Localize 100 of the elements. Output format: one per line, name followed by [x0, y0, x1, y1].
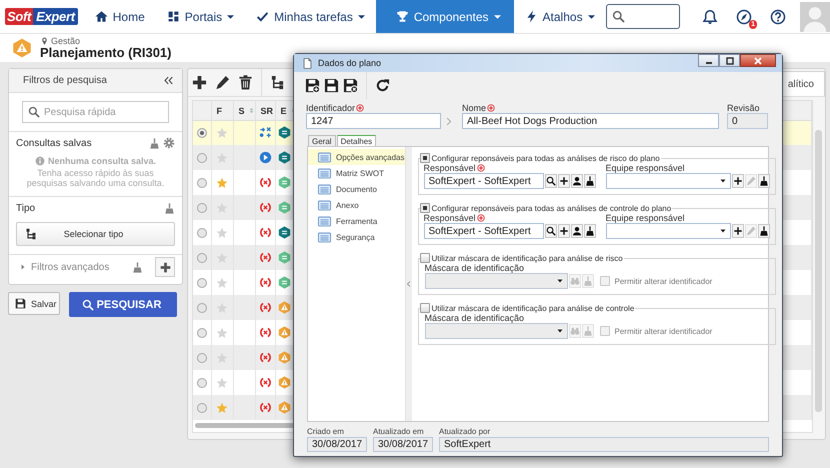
help-icon[interactable]	[770, 8, 786, 24]
nav-item[interactable]: Minhas tarefas	[245, 0, 376, 33]
radio-button[interactable]	[196, 328, 207, 338]
input-field[interactable]: 30/08/2017	[373, 437, 433, 452]
nav-list-item[interactable]: Segurança	[308, 229, 404, 245]
input-field[interactable]: 0	[727, 113, 768, 129]
checkbox-label[interactable]: Configurar reponsáveis para todas as análises de controle do plano	[432, 204, 672, 212]
clear-button[interactable]	[758, 224, 770, 238]
nav-item[interactable]: Componentes	[376, 0, 514, 33]
star-icon[interactable]	[216, 326, 228, 338]
add-button[interactable]	[558, 174, 570, 188]
column-header[interactable]: SR	[255, 101, 275, 120]
nav-item[interactable]: Atalhos	[514, 0, 606, 33]
input-field[interactable]: All-Beef Hot Dogs Production	[462, 113, 719, 129]
clear-button[interactable]	[584, 224, 596, 238]
clear-button[interactable]	[758, 174, 770, 188]
compass-icon[interactable]	[736, 8, 752, 24]
settings-icon[interactable]	[163, 137, 175, 149]
trophy-icon	[396, 10, 409, 23]
nav-list-item[interactable]: Documento	[308, 181, 404, 197]
nav-list-item[interactable]: Opções avançadas	[308, 149, 404, 165]
checkbox[interactable]	[420, 253, 430, 263]
radio-button[interactable]	[196, 152, 207, 162]
add-button[interactable]	[558, 224, 570, 238]
select-type-button[interactable]: Selecionar tipo	[16, 222, 175, 246]
maximize-button[interactable]	[719, 54, 740, 67]
checkbox[interactable]	[420, 153, 430, 163]
save-icon[interactable]	[324, 78, 339, 93]
notification-icon[interactable]	[702, 8, 718, 24]
tree-icon	[25, 228, 37, 240]
checkbox-label[interactable]: Utilizar máscara de identificação para análise de controle	[432, 304, 634, 312]
hexagon-icon	[278, 151, 291, 164]
save-close-icon[interactable]	[343, 78, 358, 93]
add-button[interactable]	[155, 257, 175, 277]
nav-item[interactable]: Home	[84, 0, 156, 33]
radio-button[interactable]	[196, 302, 207, 312]
input-field[interactable]: SoftExpert - SoftExpert	[424, 223, 544, 239]
input-field[interactable]: 30/08/2017	[307, 437, 367, 452]
star-icon[interactable]	[216, 376, 228, 388]
input-field[interactable]: SoftExpert	[439, 437, 769, 452]
add-button[interactable]	[732, 174, 744, 188]
radio-button[interactable]	[196, 252, 207, 262]
radio-button[interactable]	[196, 278, 207, 288]
expand-icon[interactable]	[19, 263, 27, 271]
checkbox-label[interactable]: Utilizar máscara de identificação para análise de risco	[432, 254, 623, 262]
search-field[interactable]	[606, 4, 680, 29]
minimize-button[interactable]	[698, 54, 719, 67]
column-header[interactable]: F	[211, 101, 233, 120]
delete-icon[interactable]	[238, 75, 253, 90]
scrollbar[interactable]	[815, 130, 822, 412]
add-icon[interactable]	[192, 75, 207, 90]
column-header[interactable]: S	[233, 101, 255, 120]
edit-icon[interactable]	[215, 75, 230, 90]
star-icon[interactable]	[216, 276, 228, 288]
input-field[interactable]: 1247	[306, 113, 441, 129]
window-title: Dados do plano	[318, 58, 382, 68]
add-button[interactable]	[732, 224, 744, 238]
save-new-icon[interactable]	[305, 78, 320, 93]
radio-button[interactable]	[196, 178, 207, 188]
nav-list-item[interactable]: Ferramenta	[308, 213, 404, 229]
pencil-icon	[746, 176, 756, 186]
checkbox[interactable]	[420, 203, 430, 213]
star-icon[interactable]	[216, 126, 228, 139]
broom-icon[interactable]	[164, 202, 175, 214]
user-button[interactable]	[570, 174, 582, 188]
hexagon-icon	[278, 201, 291, 214]
input-field[interactable]: SoftExpert - SoftExpert	[424, 173, 544, 189]
radio-button[interactable]	[196, 228, 207, 238]
checkbox-label[interactable]: Configurar reponsáveis para todas as análises de risco do plano	[432, 154, 660, 162]
nav-list-item[interactable]: Matriz SWOT	[308, 165, 404, 181]
star-icon[interactable]	[216, 226, 228, 238]
broom-icon[interactable]	[132, 262, 143, 272]
radio-button[interactable]	[196, 128, 207, 138]
broom-icon[interactable]	[149, 138, 160, 148]
tab[interactable]: Geral	[308, 135, 336, 146]
advanced-filters-toggle[interactable]: Filtros avançados	[31, 262, 110, 272]
avatar[interactable]	[800, 2, 830, 32]
close-button[interactable]	[740, 54, 776, 67]
star-icon[interactable]	[216, 176, 228, 188]
user-button[interactable]	[570, 224, 582, 238]
checkbox[interactable]	[420, 303, 430, 313]
refresh-icon[interactable]	[375, 78, 390, 93]
save-button[interactable]: Salvar	[8, 292, 60, 315]
radio-button[interactable]	[196, 402, 207, 412]
nav-list-item[interactable]: Anexo	[308, 197, 404, 213]
search-button[interactable]	[544, 174, 556, 188]
tab[interactable]: alítico	[780, 71, 825, 96]
nav-item[interactable]: Portais	[156, 0, 246, 33]
search-button[interactable]	[544, 224, 556, 238]
clear-button[interactable]	[584, 174, 596, 188]
star-icon[interactable]	[216, 402, 228, 414]
collapse-icon[interactable]	[163, 75, 174, 86]
broom-icon	[582, 326, 592, 336]
radio-button[interactable]	[196, 202, 207, 212]
tree-icon[interactable]	[270, 75, 285, 90]
breadcrumb[interactable]: Gestão	[51, 36, 80, 46]
search-button[interactable]: PESQUISAR	[69, 292, 177, 317]
tab[interactable]: Detalhes	[336, 135, 376, 146]
radio-button[interactable]	[196, 352, 207, 362]
radio-button[interactable]	[196, 378, 207, 388]
